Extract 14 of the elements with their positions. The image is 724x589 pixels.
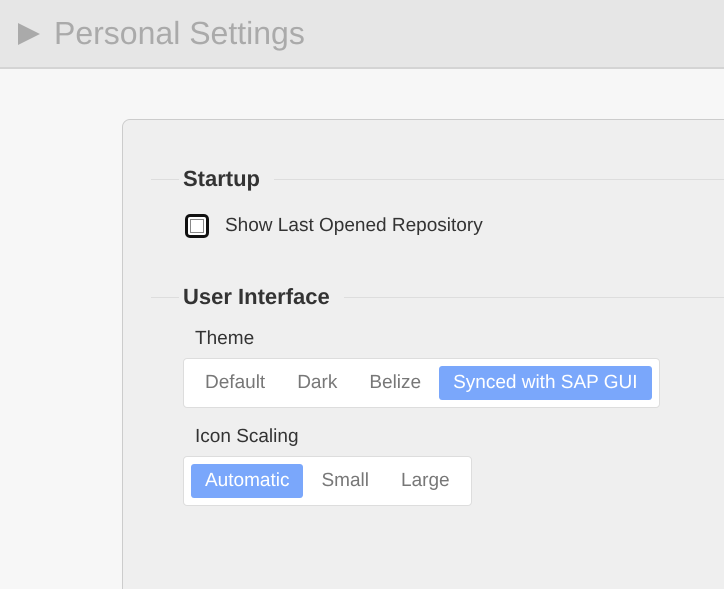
segment-option[interactable]: Synced with SAP GUI — [439, 366, 652, 400]
checkbox[interactable] — [185, 214, 209, 238]
segment-option[interactable]: Dark — [283, 366, 352, 400]
segment-option[interactable]: Automatic — [191, 464, 304, 498]
checkbox-label: Show Last Opened Repository — [225, 215, 483, 237]
page-title: Personal Settings — [54, 15, 305, 52]
section-title: User Interface — [183, 284, 330, 310]
field-label: Theme — [195, 328, 254, 350]
field-label: Icon Scaling — [195, 426, 299, 448]
segment-option[interactable]: Small — [307, 464, 383, 498]
segment-option[interactable]: Belize — [355, 366, 436, 400]
section-title: Startup — [183, 166, 260, 192]
segment-option[interactable]: Default — [191, 366, 280, 400]
segment-option[interactable]: Large — [387, 464, 464, 498]
